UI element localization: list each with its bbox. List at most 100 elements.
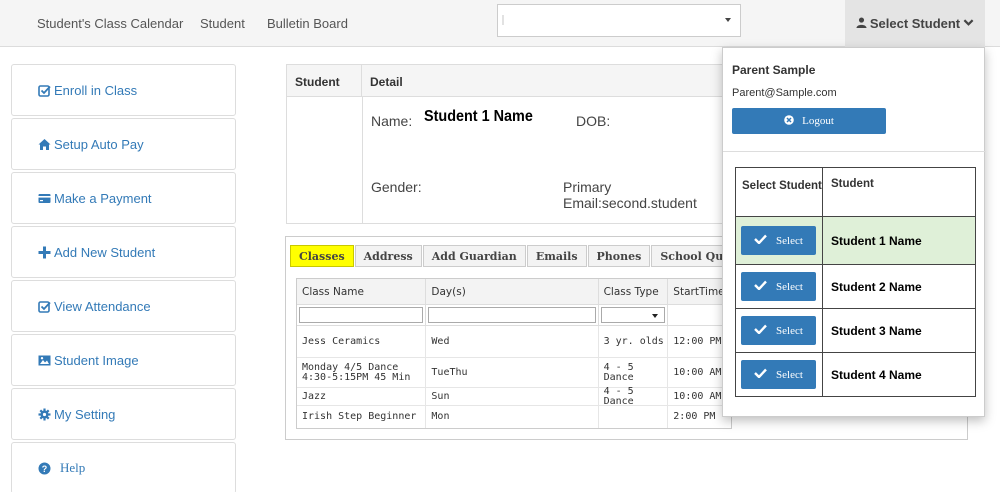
caret-down-icon bbox=[652, 314, 659, 318]
select-student-2-button[interactable]: Select bbox=[741, 272, 816, 301]
nav-student[interactable]: Student bbox=[200, 16, 245, 31]
parent-email: Parent@Sample.com bbox=[732, 87, 837, 99]
tab-classes[interactable]: Classes bbox=[290, 245, 354, 267]
sidebar-item-label: My Setting bbox=[54, 406, 116, 422]
select-placeholder-mark bbox=[502, 15, 504, 25]
student-name-cell: Student 4 Name bbox=[831, 367, 922, 382]
cell-class-name: Irish Step Beginner bbox=[297, 406, 427, 428]
grid-filter-row bbox=[297, 305, 731, 326]
student-detail-panel: Student Detail Name: Student 1 Name DOB:… bbox=[286, 64, 730, 224]
credit-card-icon bbox=[38, 192, 51, 205]
primary-email-label: Primary bbox=[563, 179, 612, 195]
top-navbar: Student's Class Calendar Student Bulleti… bbox=[0, 0, 1000, 47]
column-header-class-name[interactable]: Class Name bbox=[297, 279, 427, 304]
sidebar-item-make-a-payment[interactable]: Make a Payment bbox=[11, 172, 236, 224]
select-cell: Select bbox=[736, 309, 823, 352]
select-cell: Select bbox=[736, 353, 823, 396]
sidebar-item-enroll-in-class[interactable]: Enroll in Class bbox=[11, 64, 236, 116]
student-row: Select Student 4 Name bbox=[736, 353, 975, 397]
table-row[interactable]: Monday 4/5 Dance 4:30-5:15PM 45 Min TueT… bbox=[297, 358, 731, 388]
sidebar-item-help[interactable]: ? Help bbox=[11, 442, 236, 492]
sidebar-item-label: Enroll in Class bbox=[54, 82, 138, 98]
student-column-header: Student bbox=[287, 65, 362, 96]
sidebar-item-setup-auto-pay[interactable]: Setup Auto Pay bbox=[11, 118, 236, 170]
filter-class-type-cell bbox=[599, 305, 669, 325]
checkmark-icon bbox=[754, 368, 767, 381]
filter-class-type-select[interactable] bbox=[600, 307, 666, 323]
nav-class-calendar[interactable]: Student's Class Calendar bbox=[37, 16, 183, 31]
logout-button[interactable]: Logout bbox=[732, 108, 886, 134]
cell-class-name: Jess Ceramics bbox=[297, 326, 427, 357]
student-table-header: Select Student Student bbox=[736, 168, 975, 217]
sidebar-item-add-new-student[interactable]: Add New Student bbox=[11, 226, 236, 278]
select-student-button[interactable]: Select Student bbox=[845, 0, 985, 47]
column-header-class-type[interactable]: Class Type bbox=[599, 279, 669, 304]
tab-bar: Classes Address Add Guardian Emails Phon… bbox=[290, 245, 738, 267]
tab-emails[interactable]: Emails bbox=[526, 245, 587, 267]
filter-class-name-input[interactable] bbox=[299, 307, 424, 323]
checkmark-icon bbox=[754, 280, 767, 293]
logout-label: Logout bbox=[802, 115, 834, 127]
sidebar: Enroll in Class Setup Auto Pay Make a Pa… bbox=[11, 64, 236, 492]
sidebar-item-student-image[interactable]: Student Image bbox=[11, 334, 236, 386]
sidebar-item-my-setting[interactable]: My Setting bbox=[11, 388, 236, 440]
column-header-days[interactable]: Day(s) bbox=[426, 279, 599, 304]
question-circle-icon: ? bbox=[38, 462, 51, 475]
plus-icon bbox=[38, 246, 51, 259]
cell-class-type: 4 - 5 Dance bbox=[599, 358, 669, 387]
table-row[interactable]: Jess Ceramics Wed 3 yr. olds 12:00 PM bbox=[297, 326, 731, 358]
cell-class-type: 4 - 5 Dance bbox=[599, 386, 669, 406]
sidebar-item-view-attendance[interactable]: View Attendance bbox=[11, 280, 236, 332]
tab-phones[interactable]: Phones bbox=[587, 245, 651, 267]
table-row[interactable]: Irish Step Beginner Mon 2:00 PM bbox=[297, 406, 731, 428]
cell-class-type bbox=[599, 406, 669, 428]
dob-label: DOB: bbox=[576, 113, 611, 129]
cell-days: Mon bbox=[426, 406, 599, 428]
student-dropdown-select[interactable] bbox=[497, 4, 741, 37]
check-square-icon bbox=[38, 84, 51, 97]
table-row[interactable]: Jazz Sun 4 - 5 Dance 10:00 AM bbox=[297, 386, 731, 406]
gear-icon bbox=[38, 408, 51, 421]
home-icon bbox=[38, 138, 51, 151]
select-student-label: Select Student bbox=[869, 16, 961, 31]
sidebar-item-label: Help bbox=[60, 460, 86, 475]
filter-class-name-cell bbox=[297, 305, 427, 325]
sidebar-item-label: Setup Auto Pay bbox=[54, 136, 144, 152]
sidebar-item-label: Make a Payment bbox=[54, 190, 152, 206]
student-select-table: Select Student Student Select Student 1 … bbox=[735, 167, 976, 397]
user-icon bbox=[856, 16, 867, 31]
cell-class-name: Monday 4/5 Dance 4:30-5:15PM 45 Min bbox=[297, 358, 427, 387]
nav-bulletin-board[interactable]: Bulletin Board bbox=[267, 16, 348, 31]
classes-grid: Class Name Day(s) Class Type StartTime J… bbox=[296, 278, 732, 429]
cell-class-type: 3 yr. olds bbox=[599, 326, 669, 357]
select-student-4-button[interactable]: Select bbox=[741, 360, 816, 389]
sidebar-item-label: View Attendance bbox=[54, 298, 151, 314]
sidebar-item-label: Student Image bbox=[54, 352, 139, 368]
cell-days: Wed bbox=[426, 326, 599, 357]
checkmark-icon bbox=[754, 234, 767, 247]
select-student-dropdown: Parent Sample Parent@Sample.com Logout S… bbox=[722, 47, 986, 417]
filter-days-cell bbox=[426, 305, 599, 325]
student-row: Select Student 1 Name bbox=[736, 217, 975, 265]
select-cell: Select bbox=[736, 265, 823, 308]
student-row: Select Student 3 Name bbox=[736, 309, 975, 353]
check-square-icon bbox=[38, 300, 51, 313]
parent-name: Parent Sample bbox=[732, 63, 816, 77]
select-student-column-header: Select Student bbox=[736, 168, 823, 216]
dropdown-divider bbox=[723, 151, 986, 152]
student-panel-header: Student Detail bbox=[287, 65, 729, 97]
select-student-1-button[interactable]: Select bbox=[741, 226, 816, 255]
cell-class-name: Jazz bbox=[297, 388, 427, 405]
filter-days-input[interactable] bbox=[428, 307, 596, 323]
tab-address[interactable]: Address bbox=[354, 245, 422, 267]
tab-add-guardian[interactable]: Add Guardian bbox=[422, 245, 526, 267]
select-student-3-button[interactable]: Select bbox=[741, 316, 816, 345]
select-cell: Select bbox=[736, 217, 823, 264]
gender-label: Gender: bbox=[371, 179, 422, 195]
student-name-cell: Student 3 Name bbox=[831, 323, 922, 338]
svg-text:?: ? bbox=[42, 464, 48, 474]
student-name-cell: Student 2 Name bbox=[831, 279, 922, 294]
student-column-header: Student bbox=[831, 178, 874, 190]
chevron-down-icon bbox=[963, 16, 974, 31]
sidebar-item-label: Add New Student bbox=[54, 244, 156, 260]
